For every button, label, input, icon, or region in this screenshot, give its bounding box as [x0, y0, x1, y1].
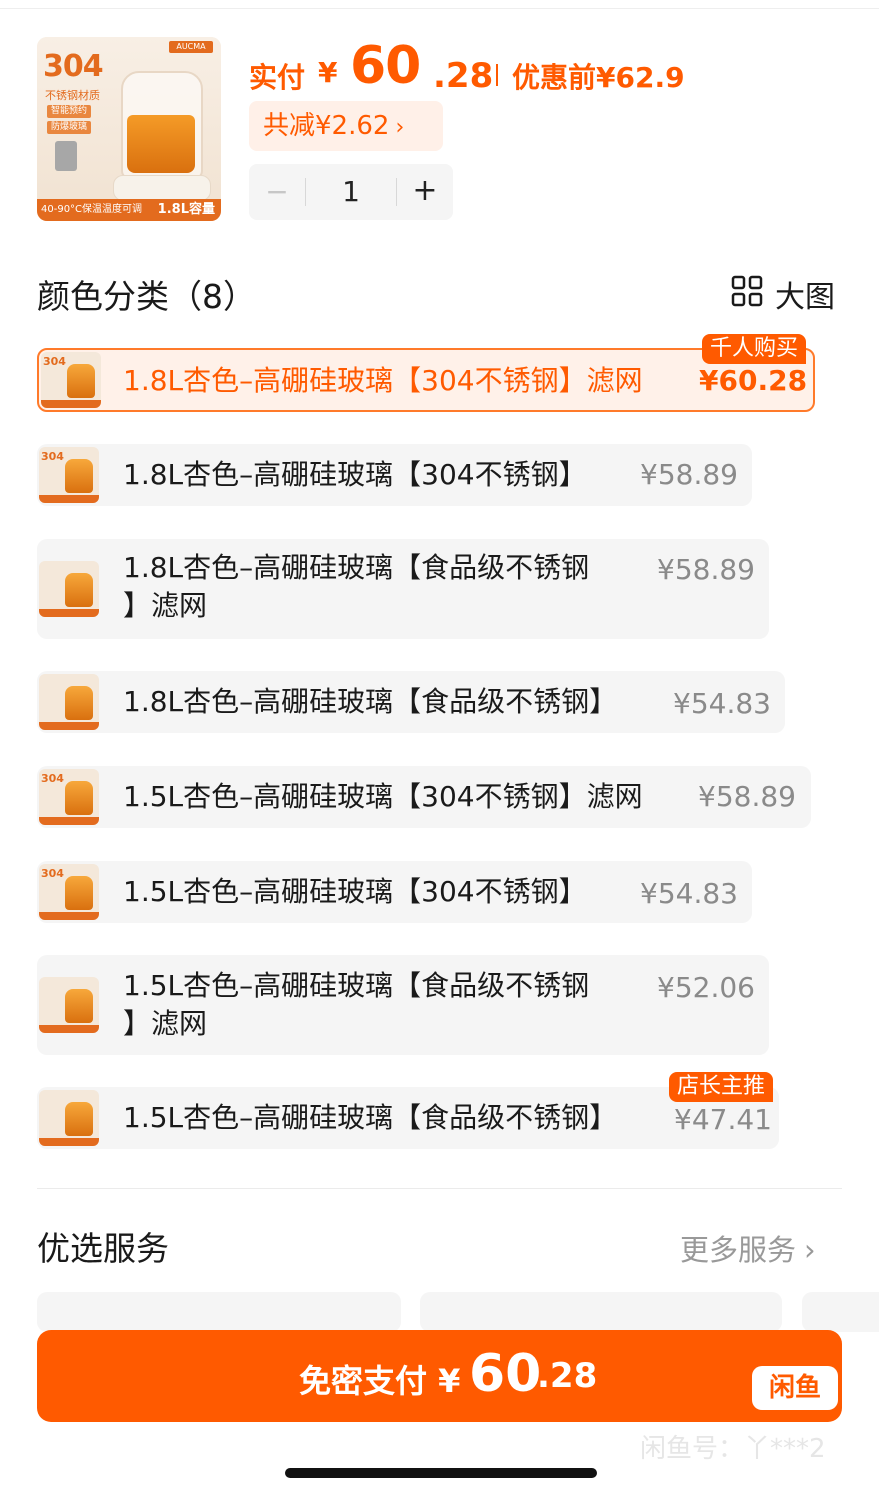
- section-divider: [37, 1188, 842, 1189]
- recommend-badge: 店长主推: [669, 1072, 774, 1102]
- paid-currency: ¥: [318, 56, 338, 89]
- decrease-button[interactable]: −: [249, 164, 305, 220]
- discount-text: 共减¥2.62: [263, 111, 390, 141]
- option-price: ¥54.83: [673, 687, 771, 720]
- option-label-line2: 】滤网: [123, 589, 208, 622]
- hot-badge: 千人购买: [702, 334, 807, 364]
- filter-icon: [55, 141, 77, 171]
- chevron-right-icon: ›: [804, 1233, 816, 1267]
- service-card[interactable]: [420, 1292, 782, 1332]
- option-item[interactable]: 304 1.8L杏色–高硼硅玻璃【304不锈钢】 ¥58.89: [37, 444, 752, 506]
- xianyu-logo: 闲鱼: [752, 1366, 838, 1410]
- increase-button[interactable]: +: [397, 164, 453, 220]
- image-tag: 防爆玻璃: [47, 121, 92, 134]
- image-tag: 智能预约: [47, 105, 92, 118]
- option-price: ¥52.06: [657, 971, 755, 1004]
- top-divider: [0, 8, 879, 9]
- option-price: ¥58.89: [698, 780, 796, 813]
- original-price: 优惠前¥62.9: [512, 61, 685, 94]
- option-item[interactable]: 304 1.5L杏色–高硼硅玻璃【304不锈钢】 ¥54.83: [37, 861, 752, 923]
- big-view-button[interactable]: 大图: [775, 272, 835, 316]
- more-services-label: 更多服务: [680, 1233, 797, 1267]
- option-item[interactable]: 1.5L杏色–高硼硅玻璃【食品级不锈钢】 ¥47.41: [37, 1087, 779, 1149]
- more-services-link[interactable]: 更多服务 ›: [680, 1227, 816, 1269]
- option-label-line2: 】滤网: [123, 1007, 208, 1040]
- services-title: 优选服务: [37, 1229, 169, 1268]
- service-card[interactable]: [37, 1292, 401, 1332]
- option-price: ¥47.41: [674, 1103, 772, 1136]
- option-item[interactable]: 1.8L杏色–高硼硅玻璃【食品级不锈钢 】滤网 ¥58.89: [37, 539, 769, 639]
- paid-label: 实付: [249, 61, 306, 94]
- option-label: 1.5L杏色–高硼硅玻璃【食品级不锈钢: [123, 969, 590, 1002]
- paid-price-decimal: .28: [433, 56, 494, 96]
- watermark: 闲鱼号：丫***2: [640, 1434, 826, 1464]
- pay-label: 免密支付 ¥: [299, 1362, 461, 1400]
- option-price: ¥60.28: [699, 364, 808, 397]
- option-item[interactable]: 1.8L杏色–高硼硅玻璃【食品级不锈钢】 ¥54.83: [37, 671, 785, 733]
- product-image[interactable]: AUCMA 304 不锈钢材质 智能预约 防爆玻璃 40-90°C保温温度可调 …: [37, 37, 221, 221]
- grid-view-icon[interactable]: [731, 275, 763, 307]
- option-label: 1.8L杏色–高硼硅玻璃【食品级不锈钢: [123, 551, 590, 584]
- section-title-color: 颜色分类（8）: [37, 277, 256, 316]
- price-separator: [496, 64, 498, 86]
- pay-button[interactable]: 免密支付 ¥ 60 .28 闲鱼: [37, 1330, 842, 1422]
- service-card[interactable]: [802, 1292, 879, 1332]
- pay-price-integer: 60: [469, 1344, 542, 1404]
- quantity-stepper[interactable]: − 1 +: [249, 164, 453, 220]
- option-label: 1.5L杏色–高硼硅玻璃【食品级不锈钢】: [123, 1101, 618, 1134]
- image-strip: 40-90°C保温温度可调 1.8L容量: [37, 199, 221, 221]
- discount-detail-button[interactable]: 共减¥2.62 ›: [249, 101, 443, 151]
- option-item[interactable]: 304 1.8L杏色–高硼硅玻璃【304不锈钢】滤网 ¥60.28: [37, 348, 815, 412]
- option-label: 1.5L杏色–高硼硅玻璃【304不锈钢】: [123, 875, 587, 908]
- pay-price-decimal: .28: [537, 1356, 598, 1396]
- quantity-value[interactable]: 1: [306, 164, 396, 220]
- option-price: ¥54.83: [640, 877, 738, 910]
- option-price: ¥58.89: [640, 458, 738, 491]
- home-indicator[interactable]: [285, 1468, 597, 1478]
- brand-logo: AUCMA: [169, 41, 213, 53]
- paid-price-integer: 60: [350, 36, 421, 96]
- option-item[interactable]: 1.5L杏色–高硼硅玻璃【食品级不锈钢 】滤网 ¥52.06: [37, 955, 769, 1055]
- option-price: ¥58.89: [657, 553, 755, 586]
- image-material-text: 不锈钢材质: [45, 89, 100, 102]
- option-label: 1.5L杏色–高硼硅玻璃【304不锈钢】滤网: [123, 780, 643, 813]
- option-label: 1.8L杏色–高硼硅玻璃【食品级不锈钢】: [123, 685, 618, 718]
- image-304-text: 304: [43, 49, 104, 84]
- chevron-right-icon: ›: [395, 115, 405, 140]
- option-item[interactable]: 304 1.5L杏色–高硼硅玻璃【304不锈钢】滤网 ¥58.89: [37, 766, 811, 828]
- option-label: 1.8L杏色–高硼硅玻璃【304不锈钢】滤网: [123, 364, 643, 397]
- option-label: 1.8L杏色–高硼硅玻璃【304不锈钢】: [123, 458, 587, 491]
